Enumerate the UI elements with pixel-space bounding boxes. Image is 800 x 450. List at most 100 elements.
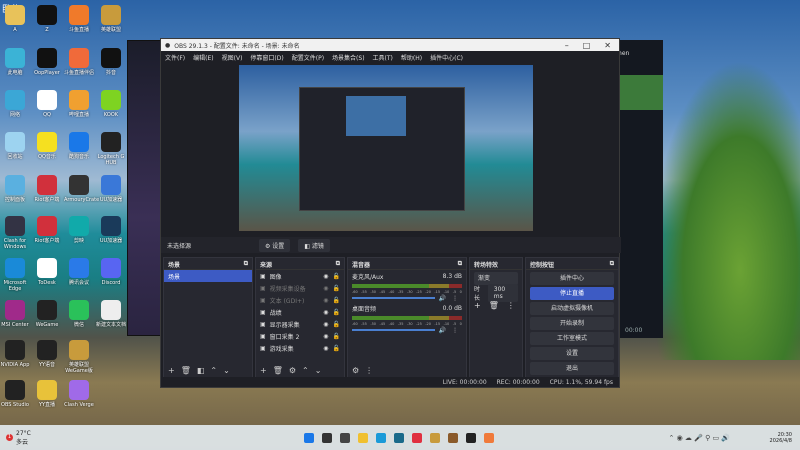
- control-button[interactable]: 插件中心: [530, 272, 614, 285]
- duration-input[interactable]: 300 ms: [487, 284, 518, 302]
- eye-icon[interactable]: ◉: [323, 309, 328, 316]
- source-item[interactable]: ▣ 游戏采集 ◉ 🔓: [256, 342, 344, 354]
- properties-button[interactable]: ⚙ 设置: [259, 238, 291, 252]
- desktop-icon[interactable]: UU加速器: [96, 175, 126, 203]
- taskbar-app-icon[interactable]: [466, 432, 476, 443]
- eye-icon[interactable]: ◉: [323, 321, 328, 328]
- control-button[interactable]: 开始录制: [530, 317, 614, 330]
- mixer-menu-button[interactable]: ⋮: [365, 366, 373, 375]
- lock-icon[interactable]: 🔓: [333, 309, 340, 316]
- desktop-icon[interactable]: KOOK: [96, 90, 126, 118]
- taskbar-app-icon[interactable]: [430, 432, 440, 443]
- move-down-button[interactable]: ⌄: [315, 366, 322, 375]
- desktop-icon[interactable]: QQ: [32, 90, 62, 118]
- menu-item[interactable]: 停靠窗口(D): [250, 53, 283, 62]
- remove-scene-button[interactable]: 🗑: [181, 366, 191, 375]
- control-button[interactable]: 设置: [530, 347, 614, 360]
- desktop-icon[interactable]: WeGame: [32, 300, 62, 328]
- lock-icon[interactable]: 🔓: [333, 321, 340, 328]
- menu-item[interactable]: 文件(F): [165, 53, 185, 62]
- lock-icon[interactable]: 🔓: [333, 333, 340, 340]
- desktop-icon[interactable]: 斗鱼直播: [64, 5, 94, 33]
- desktop-icon[interactable]: ToDesk: [32, 258, 62, 286]
- source-item[interactable]: ▣ 文本 (GDI+) ◉ 🔓: [256, 294, 344, 306]
- close-button[interactable]: ✕: [604, 41, 611, 50]
- desktop-icon[interactable]: 剪映: [64, 216, 94, 244]
- advanced-audio-button[interactable]: ⚙: [352, 366, 359, 375]
- speaker-icon[interactable]: 🔊: [439, 327, 446, 334]
- remove-transition-button[interactable]: 🗑: [489, 301, 499, 310]
- desktop-icon[interactable]: Riot客户端: [32, 175, 62, 203]
- maximize-button[interactable]: □: [583, 41, 591, 50]
- source-item[interactable]: ▣ 窗口采集 2 ◉ 🔓: [256, 330, 344, 342]
- channel-menu-button[interactable]: ⋮: [452, 295, 458, 302]
- control-button[interactable]: 停止直播: [530, 287, 614, 300]
- channel-menu-button[interactable]: ⋮: [452, 327, 458, 334]
- filters-button[interactable]: ◧ 滤镜: [298, 238, 330, 252]
- desktop-icon[interactable]: YY直播: [32, 380, 62, 408]
- undock-icon[interactable]: ⧉: [610, 260, 614, 267]
- eye-off-icon[interactable]: ◉: [323, 297, 328, 304]
- move-up-button[interactable]: ⌃: [210, 366, 217, 375]
- desktop-icon[interactable]: 英雄联盟: [96, 5, 126, 33]
- source-item[interactable]: ▣ 图像 ◉ 🔓: [256, 270, 344, 282]
- menu-item[interactable]: 工具(T): [373, 53, 393, 62]
- menu-item[interactable]: 帮助(H): [401, 53, 422, 62]
- desktop-icon[interactable]: 微信: [64, 300, 94, 328]
- undock-icon[interactable]: ⧉: [458, 260, 462, 267]
- desktop-icon[interactable]: MSI Center: [0, 300, 30, 328]
- taskbar-app-icon[interactable]: [358, 432, 368, 443]
- source-item[interactable]: ▣ 显示器采集 ◉ 🔓: [256, 318, 344, 330]
- move-up-button[interactable]: ⌃: [302, 366, 309, 375]
- minimize-button[interactable]: –: [565, 41, 569, 50]
- eye-icon[interactable]: ◉: [323, 345, 328, 352]
- desktop-icon[interactable]: Microsoft Edge: [0, 258, 30, 292]
- desktop-icon[interactable]: Clash for Windows: [0, 216, 30, 250]
- desktop-icon[interactable]: OBS Studio: [0, 380, 30, 408]
- control-button[interactable]: 工作室模式: [530, 332, 614, 345]
- desktop-icon[interactable]: 斗鱼直播伴侣: [64, 48, 94, 76]
- taskbar-app-icon[interactable]: [394, 432, 404, 443]
- desktop-icon[interactable]: A: [0, 5, 30, 33]
- volume-slider[interactable]: [352, 297, 435, 299]
- control-button[interactable]: 启动虚拟摄像机: [530, 302, 614, 315]
- desktop-icon[interactable]: Z: [32, 5, 62, 33]
- taskbar-app-icon[interactable]: [322, 432, 332, 443]
- desktop-icon[interactable]: UU加速器: [96, 216, 126, 244]
- source-settings-button[interactable]: ⚙: [289, 366, 296, 375]
- taskbar-app-icon[interactable]: [340, 432, 350, 443]
- desktop-icon[interactable]: 网络: [0, 90, 30, 118]
- scene-item[interactable]: 场景: [164, 270, 252, 282]
- lock-icon[interactable]: 🔓: [333, 297, 340, 304]
- menu-item[interactable]: 场景集合(S): [332, 53, 365, 62]
- menu-item[interactable]: 插件中心(C): [430, 53, 463, 62]
- desktop-icon[interactable]: YY语音: [32, 340, 62, 368]
- source-item[interactable]: ▣ 视频采集设备 ◉ 🔓: [256, 282, 344, 294]
- desktop-icon[interactable]: 抖音: [96, 48, 126, 76]
- eye-off-icon[interactable]: ◉: [323, 285, 328, 292]
- clock[interactable]: 20:30 2026/4/8: [770, 432, 792, 444]
- volume-slider[interactable]: [352, 329, 435, 331]
- lock-icon[interactable]: 🔓: [333, 273, 340, 280]
- weather-widget[interactable]: 1 27°C 多云: [0, 430, 31, 446]
- preview-canvas[interactable]: [239, 65, 533, 231]
- desktop-icon[interactable]: QQ音乐: [32, 132, 62, 160]
- desktop-icon[interactable]: OopPlayer: [32, 48, 62, 76]
- control-button[interactable]: 退出: [530, 362, 614, 375]
- desktop-icon[interactable]: 英雄联盟WeGame版: [64, 340, 94, 374]
- menu-item[interactable]: 配置文件(P): [292, 53, 324, 62]
- move-down-button[interactable]: ⌄: [223, 366, 230, 375]
- undock-icon[interactable]: ⧉: [336, 260, 340, 267]
- desktop-icon[interactable]: 此电脑: [0, 48, 30, 76]
- desktop-icon[interactable]: 控制面板: [0, 175, 30, 203]
- speaker-icon[interactable]: 🔊: [439, 295, 446, 302]
- desktop-icon[interactable]: NVIDIA App: [0, 340, 30, 368]
- lock-icon[interactable]: 🔓: [333, 345, 340, 352]
- taskbar-app-icon[interactable]: [448, 432, 458, 443]
- transition-menu-button[interactable]: ⋮: [507, 301, 515, 310]
- taskbar-app-icon[interactable]: [412, 432, 422, 443]
- source-item[interactable]: ▣ 战绩 ◉ 🔓: [256, 306, 344, 318]
- lock-icon[interactable]: 🔓: [333, 285, 340, 292]
- taskbar-app-icon[interactable]: [376, 432, 386, 443]
- desktop-icon[interactable]: Logitech G HUB: [96, 132, 126, 166]
